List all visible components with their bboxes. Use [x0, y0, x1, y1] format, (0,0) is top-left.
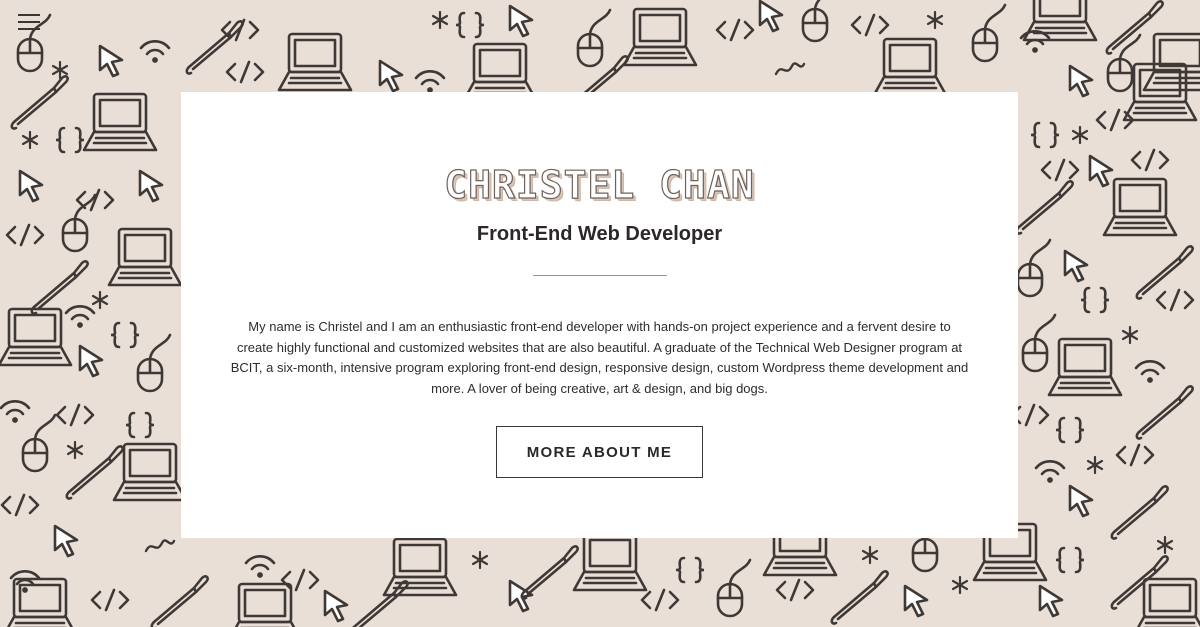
more-about-me-button[interactable]: MORE ABOUT ME — [496, 426, 703, 478]
intro-card: CHRISTEL CHAN Front-End Web Developer My… — [181, 92, 1018, 538]
bio-paragraph: My name is Christel and I am an enthusia… — [230, 319, 969, 396]
page-title: CHRISTEL CHAN — [444, 162, 755, 207]
page: CHRISTEL CHAN Front-End Web Developer My… — [0, 0, 1200, 627]
divider — [533, 275, 667, 276]
job-title: Front-End Web Developer — [476, 223, 723, 245]
hamburger-menu-icon[interactable] — [18, 14, 40, 32]
